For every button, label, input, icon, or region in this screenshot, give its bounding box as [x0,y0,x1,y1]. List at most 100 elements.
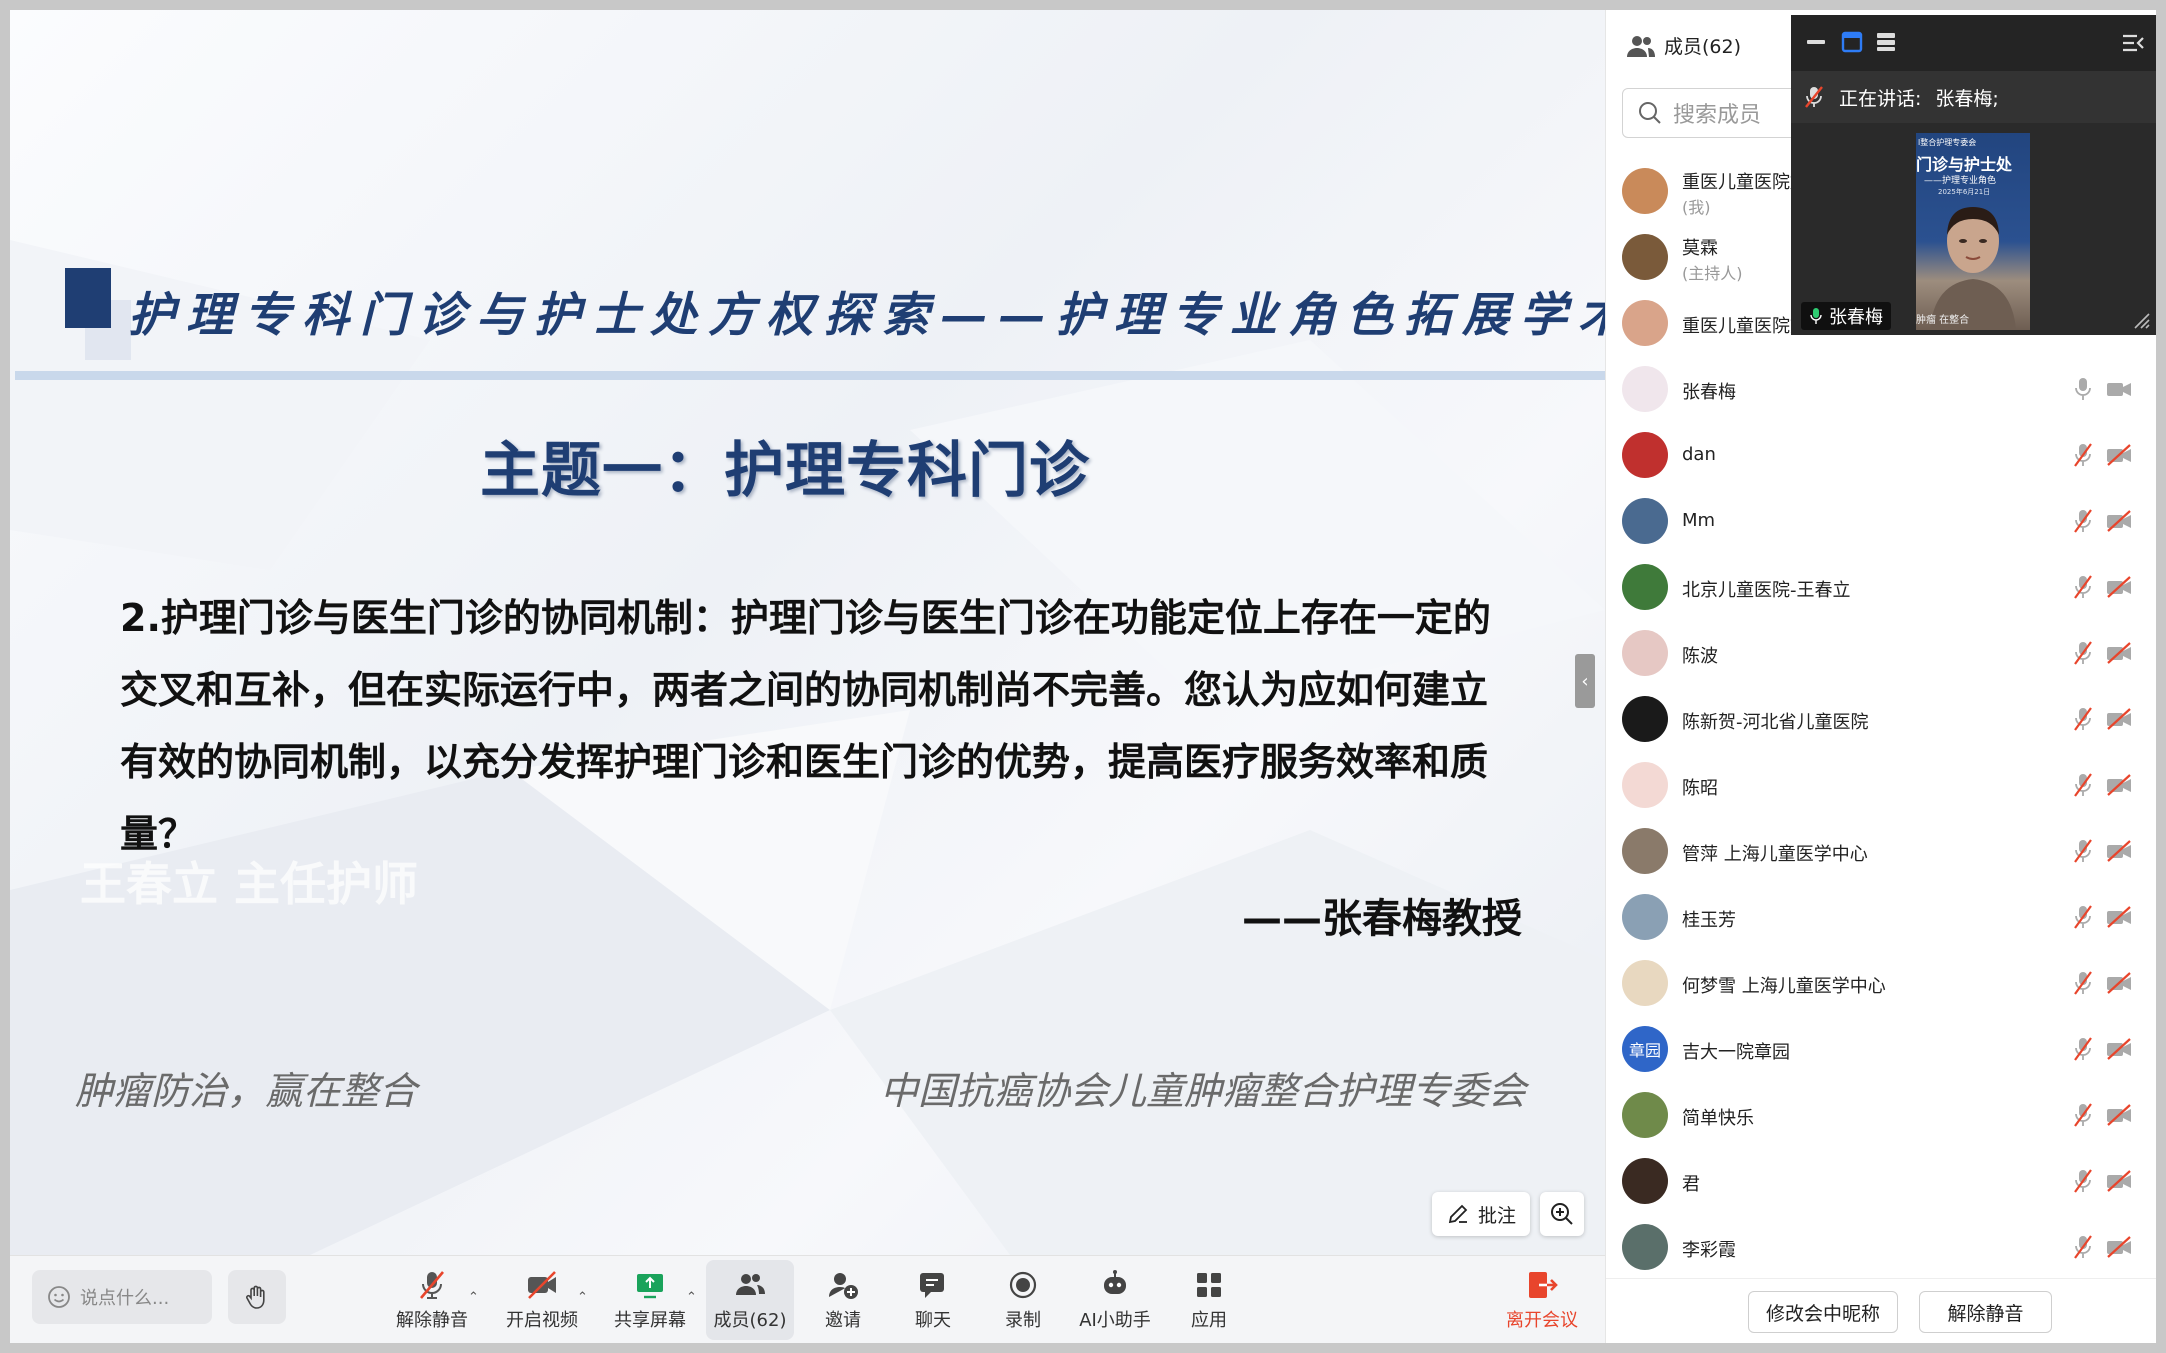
camera-off-icon[interactable] [2106,1236,2132,1258]
mic-muted-icon[interactable] [2072,706,2094,732]
mic-muted-icon[interactable] [2072,508,2094,534]
leave-meeting-button[interactable]: 离开会议 [1500,1260,1584,1340]
invite-button[interactable]: 邀请 [810,1260,876,1340]
member-row[interactable]: 君 [1606,1148,2156,1214]
camera-off-icon[interactable] [2106,1104,2132,1126]
ai-assistant-button[interactable]: AI小助手 [1070,1260,1160,1340]
slide-footer-slogan: 肿瘤防治，赢在整合 [75,1069,418,1113]
member-panel-footer: 修改会中昵称 解除静音 [1606,1278,2156,1343]
camera-off-icon[interactable] [2106,708,2132,730]
member-search-placeholder: 搜索成员 [1673,103,1762,128]
member-name: 管萍 上海儿童医学中心 [1682,844,1868,865]
member-row[interactable]: 北京儿童医院-王春立 [1606,554,2156,620]
camera-off-icon[interactable] [2106,1170,2132,1192]
chat-button[interactable]: 聊天 [900,1260,966,1340]
quick-chat-input[interactable]: 说点什么... [32,1270,212,1324]
member-avatar [1622,564,1668,610]
member-name: 重医儿童医院姚 [1682,172,1808,193]
mic-muted-icon [1805,86,1823,108]
camera-off-icon[interactable] [2106,444,2132,466]
slide-author: ——张春梅教授 [1242,896,1522,942]
title-accent-bar [65,268,111,328]
camera-off-icon[interactable] [2106,510,2132,532]
member-name: Mm [1682,510,1716,531]
member-row[interactable]: 李彩霞 [1606,1214,2156,1280]
mic-icon[interactable] [2072,376,2094,402]
mic-muted-icon[interactable] [2072,772,2094,798]
unmute-button[interactable]: 解除静音 [390,1260,474,1340]
member-row[interactable]: 何梦雪 上海儿童医学中心 [1606,950,2156,1016]
zoom-in-button[interactable] [1540,1192,1584,1236]
share-screen-button[interactable]: 共享屏幕 [608,1260,692,1340]
speaker-video-feed: l整合护理专委会 门诊与护士处 ——护理专业角色 2025年6月21日 肿瘤 在… [1916,133,2030,330]
emoji-icon [48,1286,70,1308]
member-row[interactable]: dan [1606,422,2156,488]
camera-off-icon[interactable] [2106,576,2132,598]
member-avatar [1622,1092,1668,1138]
mic-muted-icon[interactable] [2072,970,2094,996]
raise-hand-button[interactable] [228,1270,286,1324]
mic-muted-icon[interactable] [2072,1168,2094,1194]
resize-handle-icon[interactable] [2131,310,2151,330]
video-options-chevron-icon[interactable]: ⌃ [577,1290,588,1305]
member-role: (我) [1682,198,1711,217]
minimize-icon[interactable] [1805,31,1827,53]
camera-off-icon[interactable] [2106,642,2132,664]
slide-footer-organization: 中国抗癌协会儿童肿瘤整合护理专委会 [880,1069,1527,1113]
member-avatar [1622,300,1668,346]
mic-muted-icon[interactable] [2072,1036,2094,1062]
member-row[interactable]: 管萍 上海儿童医学中心 [1606,818,2156,884]
panel-unmute-button[interactable]: 解除静音 [1919,1291,2052,1333]
audio-options-chevron-icon[interactable]: ⌃ [468,1290,479,1305]
members-label: 成员(62) [713,1310,787,1331]
camera-off-icon[interactable] [2106,972,2132,994]
member-row[interactable]: 陈昭 [1606,752,2156,818]
annotate-button[interactable]: 批注 [1432,1192,1530,1236]
member-row[interactable]: 桂玉芳 [1606,884,2156,950]
member-row[interactable]: 陈新贺-河北省儿童医院 [1606,686,2156,752]
mic-muted-icon[interactable] [2072,640,2094,666]
member-panel-header: 成员(62) [1626,32,1741,59]
member-row[interactable]: 陈波 [1606,620,2156,686]
members-button[interactable]: 成员(62) [706,1260,794,1340]
camera-icon[interactable] [2106,378,2132,400]
camera-off-icon[interactable] [2106,906,2132,928]
member-name: 桂玉芳 [1682,910,1736,931]
mic-muted-icon[interactable] [2072,442,2094,468]
apps-label: 应用 [1191,1310,1227,1331]
member-name: 陈昭 [1682,778,1718,799]
meeting-window: 护理专科门诊与护士处方权探索——护理专业角色拓展学术沙龙 主题一：护理专科门诊 … [10,10,2156,1343]
share-options-chevron-icon[interactable]: ⌃ [686,1290,697,1305]
camera-off-icon[interactable] [2106,1038,2132,1060]
member-row[interactable]: 张春梅 [1606,356,2156,422]
member-row[interactable]: Mm [1606,488,2156,554]
mic-muted-icon[interactable] [2072,1234,2094,1260]
record-button[interactable]: 录制 [990,1260,1056,1340]
member-row[interactable]: 章园 吉大一院章园 [1606,1016,2156,1082]
camera-off-icon[interactable] [2106,840,2132,862]
apps-button[interactable]: 应用 [1176,1260,1242,1340]
slide-topic: 主题一：护理专科门诊 [480,436,1090,506]
chat-icon [920,1273,944,1298]
exit-icon [1529,1272,1558,1298]
mic-muted-icon[interactable] [2072,838,2094,864]
speaker-video-window[interactable]: 正在讲话: 张春梅; l整合护理专委会 门诊与护士处 ——护理专业角色 2025… [1791,15,2156,335]
unmute-label: 解除静音 [396,1310,468,1331]
camera-off-icon[interactable] [2106,774,2132,796]
start-video-button[interactable]: 开启视频 [500,1260,584,1340]
mic-muted-icon[interactable] [2072,904,2094,930]
member-avatar: 章园 [1622,1026,1668,1072]
mic-active-icon [1810,308,1822,324]
list-view-icon[interactable] [1875,31,1897,53]
ai-assistant-label: AI小助手 [1079,1310,1151,1331]
slide-title: 护理专科门诊与护士处方权探索——护理专业角色拓展学术沙龙 [128,288,1605,343]
member-row[interactable]: 简单快乐 [1606,1082,2156,1148]
mic-muted-icon[interactable] [2072,1102,2094,1128]
single-view-icon[interactable] [1841,31,1863,53]
video-window-toolbar [1791,15,2156,71]
start-video-label: 开启视频 [506,1310,578,1331]
collapse-window-icon[interactable] [2121,31,2145,55]
edit-nickname-button[interactable]: 修改会中昵称 [1748,1291,1898,1333]
collapse-panel-button[interactable]: ‹ [1575,654,1595,708]
mic-muted-icon[interactable] [2072,574,2094,600]
